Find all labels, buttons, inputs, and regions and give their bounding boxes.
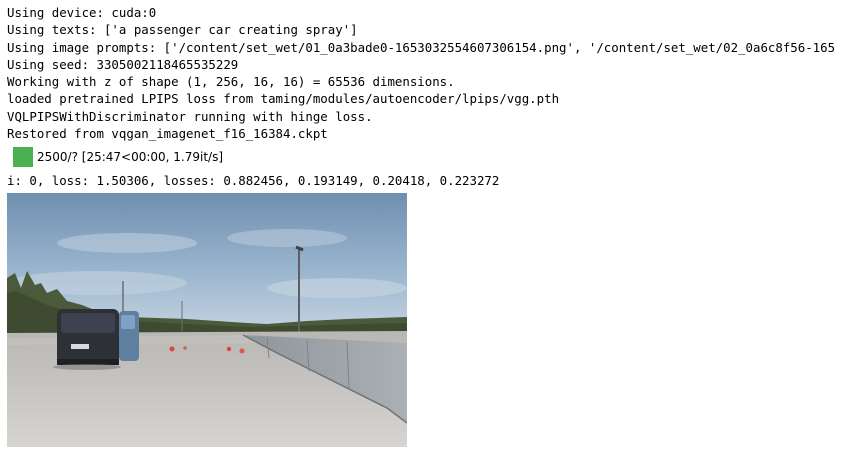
output-line-discriminator: VQLPIPSWithDiscriminator running with hi… — [7, 108, 373, 124]
output-line-lpips: loaded pretrained LPIPS loss from taming… — [7, 91, 560, 107]
output-line-texts: Using texts: ['a passenger car creating … — [7, 22, 358, 38]
output-line-loss: i: 0, loss: 1.50306, losses: 0.882456, 0… — [7, 173, 500, 189]
progress-text: 2500/? [25:47<00:00, 1.79it/s] — [37, 150, 224, 165]
output-line-device: Using device: cuda:0 — [7, 5, 157, 20]
output-line-restored: Restored from vqgan_imagenet_f16_16384.c… — [7, 126, 328, 142]
generated-image — [7, 193, 407, 447]
progress-fill — [13, 147, 33, 168]
progress-row: 2500/? [25:47<00:00, 1.79it/s] — [7, 142, 862, 172]
cell-output: Using device: cuda:0 Using texts: ['a pa… — [7, 4, 862, 190]
output-line-z-shape: Working with z of shape (1, 256, 16, 16)… — [7, 74, 455, 90]
output-line-image-prompts: Using image prompts: ['/content/set_wet/… — [7, 39, 836, 55]
output-line-seed: Using seed: 3305002118465535229 — [7, 56, 239, 72]
progress-bar — [13, 147, 33, 168]
